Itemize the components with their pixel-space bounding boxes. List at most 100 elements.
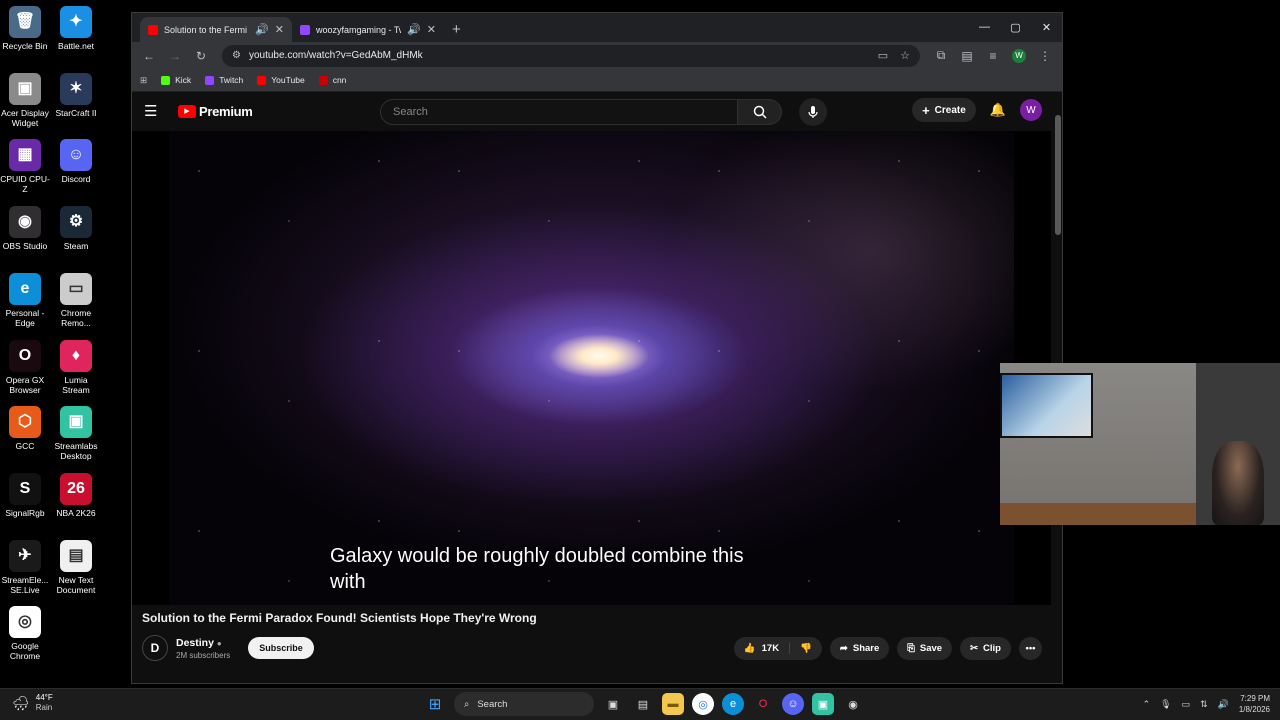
channel-avatar[interactable]: D <box>142 635 168 661</box>
tray-overflow-icon[interactable]: ⌃ <box>1143 699 1151 710</box>
tab-twitch[interactable]: woozyfamgaming - Twitch 🔊 ✕ <box>292 17 444 42</box>
notifications-bell-icon[interactable]: 🔔 <box>990 102 1006 118</box>
search-button[interactable] <box>738 99 782 125</box>
extensions-icon[interactable]: ⧉ <box>930 45 952 67</box>
widgets-icon[interactable]: ▤ <box>632 693 654 715</box>
forward-icon[interactable]: → <box>164 45 186 67</box>
tab-bar: Solution to the Fermi Parad 🔊 ✕ woozyfam… <box>132 13 1062 42</box>
streamlabs-taskbar-icon[interactable]: ▣ <box>812 693 834 715</box>
desktop-icon[interactable]: ✶ StarCraft II <box>51 72 101 118</box>
channel-name[interactable]: Destiny ● <box>176 637 230 649</box>
video-details: Solution to the Fermi Paradox Found! Sci… <box>142 611 1042 661</box>
desktop-icon[interactable]: S SignalRgb <box>0 472 50 518</box>
edge-taskbar-icon[interactable]: e <box>722 693 744 715</box>
bookmark-cnn[interactable]: cnn <box>318 75 346 85</box>
chrome-taskbar-icon[interactable]: ◎ <box>692 693 714 715</box>
taskbar-search[interactable]: ⌕ Search <box>454 692 594 716</box>
clock[interactable]: 7:29 PM 1/8/2026 <box>1239 693 1270 715</box>
weather-widget[interactable]: 🌧 44°F Rain <box>12 693 53 713</box>
display-icon[interactable]: ▭ <box>1182 699 1191 710</box>
reload-icon[interactable]: ↻ <box>190 45 212 67</box>
desktop-icon[interactable]: O Opera GX Browser <box>0 339 50 395</box>
like-button[interactable]: 👍 17K <box>734 642 791 654</box>
bookmark-kick[interactable]: Kick <box>161 75 191 85</box>
kebab-menu-icon[interactable]: ⋮ <box>1034 45 1056 67</box>
video-player[interactable]: Galaxy would be roughly doubled combine … <box>132 131 1051 605</box>
media-controls-icon[interactable]: ≡ <box>982 45 1004 67</box>
microphone-icon[interactable]: 🎙 <box>1160 699 1171 710</box>
subscribe-button[interactable]: Subscribe <box>248 637 314 659</box>
dislike-button[interactable]: 👎 <box>790 643 822 654</box>
desktop-icon[interactable]: ⬡ GCC <box>0 406 50 451</box>
save-button[interactable]: ⎘ Save <box>897 636 953 660</box>
video-frame-galaxy[interactable] <box>169 131 1014 605</box>
tab-youtube[interactable]: Solution to the Fermi Parad 🔊 ✕ <box>140 17 292 42</box>
minimize-icon[interactable]: — <box>969 13 1000 41</box>
taskbar: 🌧 44°F Rain ⊞ ⌕ Search ▣ ▤ ▬ ◎ e O ☺ ▣ ◉… <box>0 688 1280 720</box>
bookmark-youtube[interactable]: YouTube <box>257 75 305 85</box>
desktop-icon[interactable]: ✦ Battle.net <box>51 6 101 51</box>
profile-button[interactable]: W <box>1008 45 1030 67</box>
app-icon: ⬡ <box>9 406 41 439</box>
desktop-icon[interactable]: ▣ Streamlabs Desktop <box>51 406 101 461</box>
video-actions: 👍 17K 👎 ➦ Share ⎘ Save ✂ Clip ••• <box>733 636 1042 660</box>
obs-taskbar-icon[interactable]: ◉ <box>842 693 864 715</box>
desktop-icon[interactable]: ♦ Lumia Stream <box>51 339 101 395</box>
account-avatar[interactable]: W <box>1020 99 1042 121</box>
desktop-icon[interactable]: ⚙ Steam <box>51 206 101 251</box>
desktop-icon[interactable]: ✈ StreamEle... SE.Live <box>0 539 50 595</box>
clip-button[interactable]: ✂ Clip <box>960 636 1011 660</box>
desktop-icon[interactable]: 🗑 Recycle Bin <box>0 6 50 51</box>
voice-search-button[interactable] <box>799 98 827 126</box>
speaker-icon[interactable]: 🔊 <box>407 23 421 36</box>
windows-start-icon[interactable]: ⊞ <box>424 693 446 715</box>
more-actions-button[interactable]: ••• <box>1019 636 1042 660</box>
cast-icon[interactable]: ▭ <box>878 49 888 62</box>
bookmark-icon: ⎘ <box>907 642 915 654</box>
desktop-icon[interactable]: ☺ Discord <box>51 139 101 184</box>
desktop-icon[interactable]: ▭ Chrome Remo... <box>51 272 101 328</box>
app-icon: O <box>9 339 41 372</box>
apps-grid-icon[interactable]: ⊞ <box>140 75 147 86</box>
share-icon: ➦ <box>839 642 848 654</box>
volume-icon[interactable]: 🔊 <box>1218 699 1229 710</box>
search-input[interactable]: Search <box>380 99 738 125</box>
side-panel-icon[interactable]: ▤ <box>956 45 978 67</box>
microphone-icon <box>808 106 818 118</box>
discord-taskbar-icon[interactable]: ☺ <box>782 693 804 715</box>
create-button[interactable]: + Create <box>912 98 976 122</box>
speaker-icon[interactable]: 🔊 <box>255 23 269 36</box>
back-icon[interactable]: ← <box>138 45 160 67</box>
share-label: Share <box>852 642 880 654</box>
desktop-icon[interactable]: ▦ CPUID CPU-Z <box>0 139 50 194</box>
tab-close-icon[interactable]: ✕ <box>427 23 436 36</box>
desktop-icon[interactable]: e Personal - Edge <box>0 272 50 328</box>
new-tab-button[interactable]: + <box>452 21 461 38</box>
tab-close-icon[interactable]: ✕ <box>275 23 284 36</box>
bookmark-twitch[interactable]: Twitch <box>205 75 243 85</box>
desktop-icon[interactable]: ◉ OBS Studio <box>0 206 50 251</box>
like-dislike-group: 👍 17K 👎 <box>733 636 822 660</box>
clock-date: 1/8/2026 <box>1238 705 1270 714</box>
site-info-icon[interactable]: ⚙ <box>232 50 241 61</box>
youtube-logo[interactable]: ▶ Premium <box>178 104 253 119</box>
more-horizontal-icon: ••• <box>1025 642 1036 654</box>
desktop-icon[interactable]: ◎ Google Chrome <box>0 606 50 661</box>
address-bar[interactable]: ⚙ youtube.com/watch?v=GedAbM_dHMk ▭ ☆ <box>222 44 920 67</box>
maximize-icon[interactable]: ▢ <box>1000 13 1031 41</box>
file-explorer-icon[interactable]: ▬ <box>662 693 684 715</box>
network-icon[interactable]: ⇅ <box>1200 699 1208 710</box>
scrollbar-thumb[interactable] <box>1055 115 1061 235</box>
desktop-icon[interactable]: 26 NBA 2K26 <box>51 472 101 518</box>
window-controls: — ▢ ✕ <box>969 13 1062 41</box>
task-view-icon[interactable]: ▣ <box>602 693 624 715</box>
desktop-icon-label: CPUID CPU-Z <box>0 174 50 195</box>
desktop-icon[interactable]: ▣ Acer Display Widget <box>0 72 50 128</box>
bookmark-star-icon[interactable]: ☆ <box>900 49 910 62</box>
opera-gx-taskbar-icon[interactable]: O <box>752 693 774 715</box>
desktop-icon[interactable]: ▤ New Text Document <box>51 539 101 595</box>
close-icon[interactable]: ✕ <box>1031 13 1062 41</box>
hamburger-menu-icon[interactable]: ☰ <box>144 102 164 120</box>
owner-row: D Destiny ● 2M subscribers Subscribe 👍 17… <box>142 635 1042 661</box>
share-button[interactable]: ➦ Share <box>829 636 890 660</box>
